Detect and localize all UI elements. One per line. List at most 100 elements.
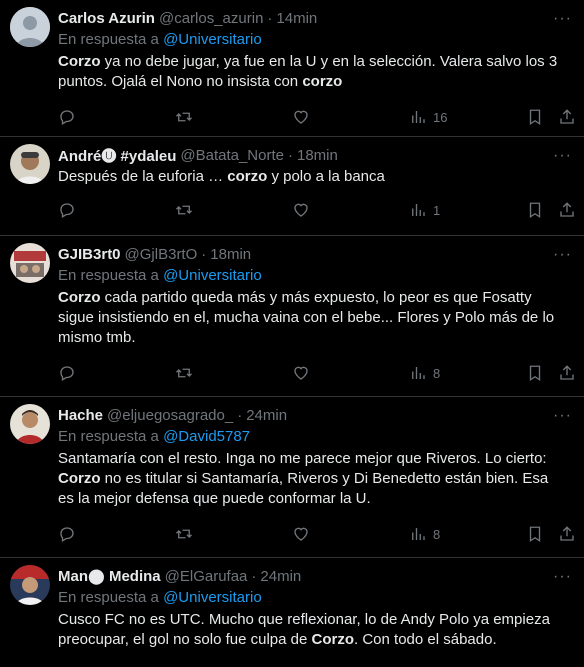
tweet[interactable]: Carlos Azurin @carlos_azurin · 14min ···… <box>0 0 584 137</box>
views-count: 1 <box>433 202 441 218</box>
reply-icon <box>60 527 74 542</box>
views-count: 8 <box>433 365 441 381</box>
tweet[interactable]: Man⬤ Medina @ElGarufaa · 24min ··· En re… <box>0 558 584 667</box>
tweet-text: Cusco FC no es UTC. Mucho que reflexiona… <box>58 611 550 648</box>
avatar[interactable] <box>10 243 50 283</box>
tweet-header: Carlos Azurin @carlos_azurin · 14min <box>58 8 568 28</box>
tweet[interactable]: Hache @eljuegosagrado_ · 24min ··· En re… <box>0 397 584 558</box>
separator-dot: · <box>201 245 207 263</box>
avatar[interactable] <box>10 565 50 605</box>
bookmark-icon <box>529 109 541 126</box>
like-button[interactable] <box>292 102 310 132</box>
bookmark-button[interactable] <box>526 358 544 388</box>
bookmark-icon <box>529 526 541 543</box>
views-button[interactable]: 8 <box>409 358 440 388</box>
separator-dot: · <box>237 406 243 424</box>
share-icon <box>560 526 574 541</box>
reply-prefix: En respuesta a <box>58 589 159 606</box>
avatar[interactable] <box>10 404 50 444</box>
more-icon[interactable]: ··· <box>553 10 572 28</box>
reply-context: En respuesta a @Universitario <box>58 30 568 50</box>
timestamp[interactable]: 24min <box>246 407 287 424</box>
tweet-header: Man⬤ Medina @ElGarufaa · 24min <box>58 566 568 586</box>
retweet-icon <box>176 529 192 539</box>
reply-button[interactable] <box>58 195 76 225</box>
separator-dot: · <box>288 146 293 164</box>
action-bar: 1 <box>58 195 574 225</box>
retweet-button[interactable] <box>175 519 193 549</box>
user-handle[interactable]: @Batata_Norte <box>180 147 284 164</box>
more-icon[interactable]: ··· <box>553 407 572 425</box>
retweet-button[interactable] <box>175 358 193 388</box>
views-button[interactable]: 1 <box>409 195 440 225</box>
timestamp[interactable]: 18min <box>210 246 251 263</box>
views-icon <box>412 111 425 123</box>
tweet-header: Hache @eljuegosagrado_ · 24min <box>58 405 568 425</box>
more-icon[interactable]: ··· <box>553 147 572 165</box>
display-name[interactable]: GJIB3rt0 <box>58 246 121 263</box>
user-handle[interactable]: @eljuegosagrado_ <box>107 407 233 424</box>
tweet[interactable]: GJIB3rt0 @GjlB3rtO · 18min ··· En respue… <box>0 236 584 397</box>
views-button[interactable]: 8 <box>409 519 440 549</box>
separator-dot: · <box>251 567 257 585</box>
user-handle[interactable]: @GjlB3rtO <box>125 246 198 263</box>
user-handle[interactable]: @carlos_azurin <box>159 10 263 27</box>
display-name[interactable]: Hache <box>58 407 103 424</box>
timestamp[interactable]: 18min <box>297 147 338 164</box>
more-icon[interactable]: ··· <box>553 246 572 264</box>
reply-mention-link[interactable]: @David5787 <box>163 428 250 445</box>
action-bar: 8 <box>58 358 574 388</box>
avatar[interactable] <box>10 7 50 47</box>
like-button[interactable] <box>292 195 310 225</box>
views-button[interactable]: 16 <box>409 102 447 132</box>
share-button[interactable] <box>558 358 576 388</box>
retweet-button[interactable] <box>175 195 193 225</box>
reply-button[interactable] <box>58 358 76 388</box>
reply-icon <box>60 203 74 218</box>
photo-avatar-icon <box>10 243 50 283</box>
views-count: 8 <box>433 526 441 542</box>
avatar[interactable] <box>10 144 50 184</box>
like-icon <box>294 110 308 124</box>
tweet[interactable]: André🅤 #ydaleu @Batata_Norte · 18min ···… <box>0 137 584 236</box>
tweet-feed: Carlos Azurin @carlos_azurin · 14min ···… <box>0 0 584 667</box>
share-button[interactable] <box>558 519 576 549</box>
like-icon <box>294 366 308 380</box>
bookmark-button[interactable] <box>526 519 544 549</box>
reply-button[interactable] <box>58 102 76 132</box>
reply-context: En respuesta a @Universitario <box>58 266 568 286</box>
more-icon[interactable]: ··· <box>553 568 572 586</box>
retweet-button[interactable] <box>175 102 193 132</box>
photo-avatar-icon <box>10 404 50 444</box>
like-button[interactable] <box>292 358 310 388</box>
display-name[interactable]: Man⬤ Medina <box>58 567 161 585</box>
reply-mention-link[interactable]: @Universitario <box>163 31 262 48</box>
tweet-text: Santamaría con el resto. Inga no me pare… <box>58 450 549 507</box>
bookmark-button[interactable] <box>526 195 544 225</box>
views-icon <box>412 367 425 379</box>
like-button[interactable] <box>292 519 310 549</box>
display-name[interactable]: André🅤 #ydaleu <box>58 145 176 166</box>
reply-mention-link[interactable]: @Universitario <box>163 267 262 284</box>
bookmark-icon <box>529 365 541 382</box>
reply-mention-link[interactable]: @Universitario <box>163 589 262 606</box>
reply-context: En respuesta a @Universitario <box>58 588 568 608</box>
reply-button[interactable] <box>58 519 76 549</box>
display-name[interactable]: Carlos Azurin <box>58 10 155 27</box>
default-avatar-icon <box>10 7 50 47</box>
retweet-icon <box>176 205 192 215</box>
bookmark-button[interactable] <box>526 102 544 132</box>
retweet-icon <box>176 368 192 378</box>
photo-avatar-icon <box>10 565 50 605</box>
timestamp[interactable]: 14min <box>276 10 317 27</box>
share-button[interactable] <box>558 102 576 132</box>
separator-dot: · <box>267 9 273 27</box>
tweet-header: GJIB3rt0 @GjlB3rtO · 18min <box>58 244 568 264</box>
reply-prefix: En respuesta a <box>58 31 159 48</box>
share-button[interactable] <box>558 195 576 225</box>
timestamp[interactable]: 24min <box>260 568 301 585</box>
tweet-text: Después de la euforia … corzo y polo a l… <box>58 168 385 185</box>
reply-icon <box>60 110 74 125</box>
user-handle[interactable]: @ElGarufaa <box>165 568 248 585</box>
views-count: 16 <box>433 109 448 125</box>
